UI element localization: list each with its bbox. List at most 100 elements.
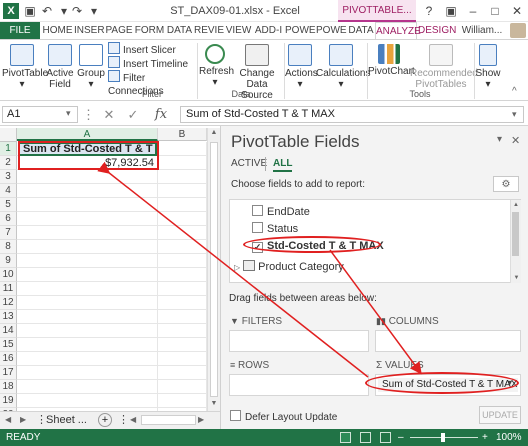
pane-options-icon[interactable]: ▾ [497, 134, 502, 145]
refresh-button[interactable]: Refresh ▾ [199, 42, 234, 88]
row-header[interactable]: 5 [0, 198, 17, 212]
select-all-corner[interactable] [0, 128, 17, 142]
row-header[interactable]: 12 [0, 296, 17, 310]
zoom-in-button[interactable]: + [482, 429, 488, 446]
columns-drop-area[interactable] [375, 330, 521, 352]
zoom-out-button[interactable]: – [398, 429, 404, 446]
row-header[interactable]: 8 [0, 240, 17, 254]
scroll-left-icon[interactable]: ◀ [130, 412, 136, 428]
update-button[interactable]: UPDATE [479, 406, 521, 424]
rows-drop-area[interactable] [229, 374, 369, 396]
tab-powerpivot[interactable]: POWE [285, 22, 316, 39]
column-header-a[interactable]: A [17, 128, 158, 141]
row-header[interactable]: 4 [0, 184, 17, 198]
pane-close-icon[interactable]: ✕ [511, 134, 520, 147]
maximize-button[interactable]: □ [484, 2, 506, 20]
sheet-tab[interactable]: Sheet ... [46, 412, 96, 428]
tab-file[interactable]: FILE [0, 22, 40, 39]
expand-formula-bar-icon[interactable]: ▾ [512, 109, 517, 120]
undo-dropdown-icon[interactable]: ▾ [57, 3, 71, 19]
active-field-button[interactable]: Active Field [44, 42, 76, 90]
checkbox[interactable] [252, 205, 263, 216]
tab-insert[interactable]: INSER [74, 22, 105, 39]
column-header-b[interactable]: B [158, 128, 207, 141]
tab-home[interactable]: HOME [42, 22, 73, 39]
row-header[interactable]: 19 [0, 394, 17, 408]
pivotchart-button[interactable]: PivotChart [368, 42, 415, 77]
ribbon-display-icon[interactable]: ▣ [440, 2, 462, 20]
insert-timeline-button[interactable]: Insert Timeline [108, 56, 196, 70]
insert-slicer-button[interactable]: Insert Slicer [108, 42, 196, 56]
close-button[interactable]: ✕ [506, 2, 528, 20]
tab-page[interactable]: PAGE [105, 22, 133, 39]
row-header[interactable]: 2 [0, 156, 17, 170]
row-header[interactable]: 9 [0, 254, 17, 268]
normal-view-icon[interactable] [340, 432, 351, 443]
row-header[interactable]: 6 [0, 212, 17, 226]
prev-sheet-icon[interactable]: ◀ [5, 412, 11, 428]
formula-input[interactable]: Sum of Std-Costed T & T MAX [180, 106, 524, 123]
tab-view[interactable]: VIEW [225, 22, 252, 39]
page-break-view-icon[interactable] [380, 432, 391, 443]
tab-add-ins[interactable]: ADD-I [253, 22, 284, 39]
actions-button[interactable]: Actions ▾ [285, 42, 318, 90]
settings-icon[interactable]: ⚙ [493, 176, 519, 192]
row-header[interactable]: 18 [0, 380, 17, 394]
user-name[interactable]: William... [456, 22, 508, 39]
pivottable-button[interactable]: PivotTable ▾ [2, 42, 48, 90]
minimize-button[interactable]: – [462, 2, 484, 20]
tab-design[interactable]: DESIGN [418, 22, 456, 39]
save-icon[interactable]: ▣ [23, 3, 37, 19]
row-header[interactable]: 1 [0, 142, 17, 156]
insert-function-icon[interactable]: fx [150, 106, 172, 123]
row-header[interactable]: 11 [0, 282, 17, 296]
cancel-icon[interactable]: ✕ [100, 106, 118, 123]
show-button[interactable]: Show ▾ [475, 42, 501, 90]
tab-data-2[interactable]: DATA [347, 22, 375, 39]
row-header[interactable]: 7 [0, 226, 17, 240]
tab-data[interactable]: DATA [166, 22, 193, 39]
tab-powerview[interactable]: POWE [316, 22, 347, 39]
field-item-status[interactable]: Status [252, 222, 298, 236]
scroll-thumb[interactable] [210, 142, 218, 397]
field-list[interactable]: EndDate Status ✓ Std-Costed T & T MAX ▷ Pr… [229, 199, 521, 283]
vertical-scrollbar[interactable]: ▲ ▼ [207, 128, 220, 411]
checkbox[interactable] [252, 222, 263, 233]
field-item-enddate[interactable]: EndDate [252, 205, 310, 219]
filters-drop-area[interactable] [229, 330, 369, 352]
row-header[interactable]: 13 [0, 310, 17, 324]
redo-icon[interactable]: ↷ [70, 3, 84, 19]
scroll-down-icon[interactable]: ▼ [209, 400, 219, 407]
scroll-right-icon[interactable]: ▶ [198, 412, 204, 428]
user-avatar[interactable] [510, 23, 526, 38]
defer-layout-update[interactable]: Defer Layout Update [230, 410, 337, 423]
horizontal-scroll-thumb[interactable] [141, 415, 196, 425]
tab-review[interactable]: REVIE [194, 22, 224, 39]
name-box-dropdown-icon[interactable]: ▾ [66, 108, 71, 119]
field-scroll-up-icon[interactable]: ▲ [511, 200, 521, 210]
row-header[interactable]: 14 [0, 324, 17, 338]
row-header[interactable]: 16 [0, 352, 17, 366]
tab-all[interactable]: ALL [273, 158, 293, 172]
row-header[interactable]: 3 [0, 170, 17, 184]
page-layout-view-icon[interactable] [360, 432, 371, 443]
expand-icon[interactable]: ▷ [234, 263, 240, 272]
field-list-scrollbar[interactable]: ▲ ▼ [510, 200, 521, 283]
tab-analyze[interactable]: ANALYZE [375, 22, 421, 39]
row-header[interactable]: 10 [0, 268, 17, 282]
field-scroll-down-icon[interactable]: ▼ [511, 273, 522, 283]
field-group-product-category[interactable]: ▷ Product Category [234, 260, 344, 275]
tab-active[interactable]: ACTIVE [231, 158, 267, 170]
collapse-ribbon-icon[interactable]: ^ [512, 86, 517, 97]
undo-icon[interactable]: ↶ [40, 3, 54, 19]
filter-connections-button[interactable]: Filter Connections [108, 70, 196, 97]
zoom-slider-thumb[interactable] [441, 433, 445, 442]
qat-customize-icon[interactable]: ▾ [87, 3, 101, 19]
checkbox[interactable] [230, 410, 241, 421]
next-sheet-icon[interactable]: ▶ [20, 412, 26, 428]
zoom-level[interactable]: 100% [496, 429, 522, 446]
field-scroll-thumb[interactable] [512, 212, 519, 256]
calculations-button[interactable]: Calculations ▾ [316, 42, 370, 90]
excel-app-icon[interactable]: X [3, 3, 19, 19]
recommended-pivottables-button[interactable]: Recommended PivotTables [410, 42, 478, 90]
